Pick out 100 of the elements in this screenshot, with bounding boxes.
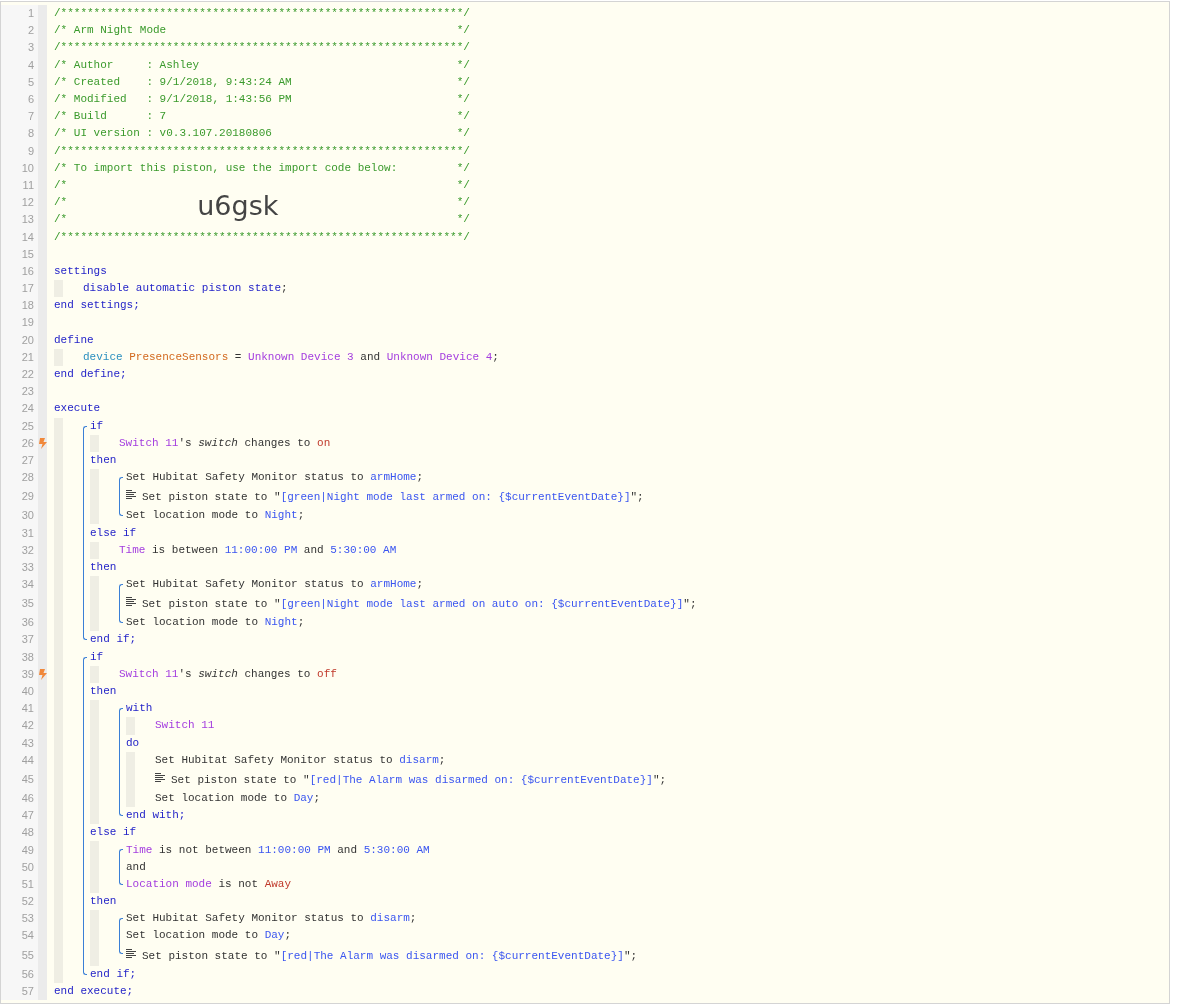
- code-line: settings: [54, 263, 107, 279]
- line-number: 18: [21, 299, 34, 313]
- code-comment: /* Build : 7: [54, 109, 167, 125]
- code-line: end define;: [54, 367, 127, 383]
- code-line: end if;: [90, 966, 137, 982]
- line-number: 8: [27, 127, 34, 141]
- code-comment: */: [456, 177, 470, 193]
- line-number: 14: [21, 230, 34, 244]
- code-line: Time is between 11:00:00 PM and 5:30:00 AM: [119, 542, 397, 558]
- code-line: if: [90, 418, 104, 434]
- line-number: 23: [21, 385, 34, 399]
- line-number: 55: [21, 948, 34, 962]
- code-line: and: [126, 859, 146, 875]
- line-number: 45: [21, 772, 34, 786]
- text-lines-icon: [126, 490, 136, 500]
- code-line: with: [126, 701, 153, 717]
- code-comment: /* UI version : v0.3.107.20180806: [54, 126, 272, 142]
- line-number: 12: [21, 196, 34, 210]
- line-number: 32: [21, 543, 34, 557]
- line-number: 19: [21, 316, 34, 330]
- line-number: 31: [21, 526, 34, 540]
- code-line: Set Hubitat Safety Monitor status to armHome;: [126, 470, 424, 486]
- code-line: Set piston state to "[red|The Alarm was disarmed on: {$currentEventDate}]";: [171, 772, 667, 788]
- line-number: 9: [27, 144, 34, 158]
- line-number: 47: [21, 809, 34, 823]
- text-lines-icon: [126, 948, 136, 958]
- code-line: Set piston state to "[green|Night mode last armed on: {$currentEventDate}]";: [142, 490, 644, 506]
- line-number: 38: [21, 650, 34, 664]
- code-line: end settings;: [54, 298, 140, 314]
- code-comment: /*: [54, 177, 68, 193]
- line-number: 21: [21, 350, 34, 364]
- code-line: Set Hubitat Safety Monitor status to armHome;: [126, 577, 424, 593]
- code-comment: */: [456, 57, 470, 73]
- line-number: 40: [21, 685, 34, 699]
- code-comment: /* Arm Night Mode: [54, 23, 167, 39]
- line-number: 54: [21, 929, 34, 943]
- line-number: 43: [21, 736, 34, 750]
- line-number: 11: [22, 178, 34, 192]
- line-number: 6: [27, 93, 34, 107]
- code-line: then: [90, 559, 117, 575]
- code-comment: */: [456, 92, 470, 108]
- line-number: 13: [21, 213, 34, 227]
- code-line: Set location mode to Day;: [155, 790, 321, 806]
- code-comment: /*************************************************************/: [54, 6, 470, 22]
- line-number: 2: [27, 24, 34, 38]
- code-line: if: [90, 649, 104, 665]
- code-line: Switch 11's switch changes to off: [119, 666, 337, 682]
- line-number: 51: [21, 877, 34, 891]
- line-number: 56: [21, 967, 34, 981]
- code-line: else if: [90, 825, 137, 841]
- code-comment: /* To import this piston, use the import code below:: [54, 160, 398, 176]
- code-line: then: [90, 452, 117, 468]
- code-line: Time is not between 11:00:00 PM and 5:30:00 AM: [126, 842, 430, 858]
- line-number: 46: [21, 791, 34, 805]
- code-comment: */: [456, 160, 470, 176]
- line-number: 10: [21, 161, 34, 175]
- code-line: Switch 11's switch changes to on: [119, 435, 331, 451]
- line-number: 49: [21, 843, 34, 857]
- line-number: 39: [21, 667, 34, 681]
- line-number: 4: [27, 58, 34, 72]
- code-line: disable automatic piston state;: [83, 281, 288, 297]
- code-comment: /*************************************************************/: [54, 229, 470, 245]
- code-line: then: [90, 894, 117, 910]
- code-line: end with;: [126, 808, 186, 824]
- line-number: 17: [21, 282, 34, 296]
- code-line: then: [90, 684, 117, 700]
- code-line: Switch 11: [155, 718, 215, 734]
- code-line: Set location mode to Day;: [126, 928, 292, 944]
- line-number: 24: [21, 402, 34, 416]
- code-line: Set piston state to "[green|Night mode last armed on auto on: {$currentEventDate}]";: [142, 597, 697, 613]
- code-comment: /*************************************************************/: [54, 40, 470, 56]
- line-number: 53: [21, 912, 34, 926]
- code-line: end if;: [90, 632, 137, 648]
- line-number: 20: [21, 333, 34, 347]
- line-number: 48: [21, 826, 34, 840]
- code-comment: /* Created : 9/1/2018, 9:43:24 AM: [54, 74, 292, 90]
- line-number: 7: [27, 110, 34, 124]
- text-lines-icon: [126, 597, 136, 607]
- lightning-bolt-icon: [38, 437, 47, 449]
- code-line: Set piston state to "[red|The Alarm was disarmed on: {$currentEventDate}]";: [142, 948, 638, 964]
- line-number: 41: [21, 702, 34, 716]
- code-comment: */: [456, 74, 470, 90]
- code-line: Set location mode to Night;: [126, 508, 305, 524]
- code-comment: */: [456, 109, 470, 125]
- code-comment: /*: [54, 195, 68, 211]
- code-comment: /* Author : Ashley: [54, 57, 200, 73]
- line-number: 16: [21, 264, 34, 278]
- line-number: 37: [21, 633, 34, 647]
- code-comment: */: [456, 212, 470, 228]
- code-line: do: [126, 735, 140, 751]
- line-number: 44: [21, 753, 34, 767]
- line-number: 28: [21, 471, 34, 485]
- line-number: 3: [27, 41, 34, 55]
- code-comment: /* Modified : 9/1/2018, 1:43:56 PM: [54, 92, 292, 108]
- line-number: 33: [21, 560, 34, 574]
- code-comment: /*************************************************************/: [54, 143, 470, 159]
- line-number: 52: [21, 895, 34, 909]
- code-line: execute: [54, 401, 101, 417]
- import-code: u6gsk: [197, 189, 279, 222]
- code-comment: */: [456, 23, 470, 39]
